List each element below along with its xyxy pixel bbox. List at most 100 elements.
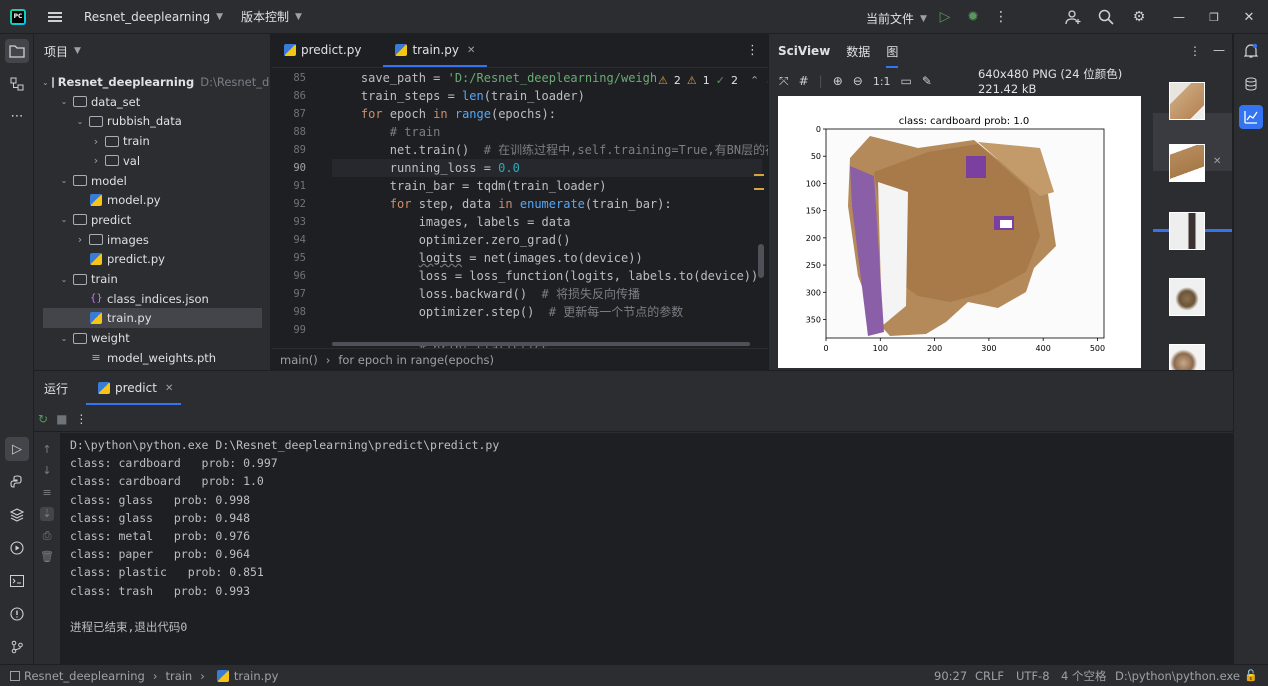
project-panel-header[interactable]: 项目 ▼: [34, 34, 270, 68]
code-line[interactable]: images, labels = data: [332, 213, 571, 231]
code-line[interactable]: for step, data in enumerate(train_bar):: [332, 195, 672, 213]
line-number[interactable]: 92: [272, 198, 306, 210]
tree-folder[interactable]: › val: [34, 151, 262, 171]
code-line[interactable]: optimizer.step() # 更新每一个节点的参数: [332, 303, 684, 321]
code-line[interactable]: net.train() # 在训练过程中,self.training=True,…: [332, 141, 768, 159]
project-folder-icon[interactable]: [5, 39, 29, 63]
line-number[interactable]: 96: [272, 270, 306, 282]
file-encoding[interactable]: UTF-8: [1016, 669, 1050, 683]
debug-icon[interactable]: ✹: [964, 8, 982, 26]
tab-run-predict[interactable]: predict ✕: [85, 371, 182, 405]
tree-file[interactable]: {} class_indices.json: [34, 289, 262, 309]
tree-folder[interactable]: ⌄ model: [34, 171, 262, 191]
close-tab-icon[interactable]: ✕: [165, 383, 173, 394]
status-crumb[interactable]: Resnet_deeplearning: [24, 669, 145, 683]
code-line-current[interactable]: running_loss = 0.0: [332, 159, 762, 177]
tree-folder[interactable]: › train: [34, 131, 262, 151]
tab-predict-py[interactable]: predict.py: [272, 34, 373, 67]
fit-zoom-icon[interactable]: ▭: [901, 74, 912, 88]
project-switcher[interactable]: Resnet_deeplearning ▼: [84, 10, 223, 24]
line-number[interactable]: 95: [272, 252, 306, 264]
code-line[interactable]: logits = net(images.to(device)): [332, 249, 643, 267]
zoom-in-icon[interactable]: ⊕: [833, 74, 843, 88]
line-number[interactable]: 94: [272, 234, 306, 246]
plot-thumbnail[interactable]: [1169, 82, 1205, 120]
tree-file[interactable]: predict.py: [34, 249, 262, 269]
tree-folder[interactable]: ⌄ weight: [34, 328, 262, 348]
code-line[interactable]: train_steps = len(train_loader): [332, 87, 585, 105]
tree-folder[interactable]: ⌄ train: [34, 269, 262, 289]
run-tool-icon[interactable]: ▷: [5, 437, 29, 461]
scroll-up-icon[interactable]: ↑: [40, 443, 54, 457]
git-icon[interactable]: [5, 635, 29, 659]
settings-gear-icon[interactable]: ⚙: [1130, 8, 1148, 26]
line-number[interactable]: 86: [272, 90, 306, 102]
line-number[interactable]: 99: [272, 324, 306, 336]
add-user-icon[interactable]: [1064, 8, 1082, 26]
terminal-icon[interactable]: [5, 569, 29, 593]
grid-icon[interactable]: #: [799, 74, 809, 88]
print-icon[interactable]: ⎙: [40, 529, 54, 543]
code-line[interactable]: loss = loss_function(logits, labels.to(d…: [332, 267, 768, 285]
structure-icon[interactable]: [5, 72, 29, 96]
fit-screen-icon[interactable]: ⤧: [779, 74, 789, 89]
line-number[interactable]: 93: [272, 216, 306, 228]
code-line[interactable]: for epoch in range(epochs):: [332, 105, 556, 123]
warning-marker[interactable]: [754, 188, 764, 190]
plot-image[interactable]: class: cardboard prob: 1.0 0 100 200 300 400…: [778, 96, 1141, 368]
sciview-tool-icon[interactable]: [1239, 105, 1263, 129]
run-more-icon[interactable]: ⋮: [75, 412, 87, 426]
tab-sciview[interactable]: SciView: [778, 34, 830, 68]
close-thumbnail-icon[interactable]: ✕: [1213, 156, 1221, 167]
line-number[interactable]: 87: [272, 108, 306, 120]
chevron-up-icon[interactable]: ⌃: [750, 74, 759, 87]
console-output[interactable]: D:\python\python.exe D:\Resnet_deeplearn…: [60, 433, 1233, 665]
chevron-down-icon[interactable]: ⌄: [42, 78, 49, 87]
tree-file[interactable]: model.py: [34, 190, 262, 210]
line-number[interactable]: 88: [272, 126, 306, 138]
breadcrumb-item[interactable]: for epoch in range(epochs): [338, 353, 494, 367]
tab-data[interactable]: 数据: [846, 34, 870, 68]
scroll-down-icon[interactable]: ↓: [40, 464, 54, 478]
plot-thumbnail[interactable]: [1169, 144, 1205, 182]
notifications-bell-icon[interactable]: [1239, 39, 1263, 63]
chevron-down-icon[interactable]: ⌄: [58, 215, 70, 224]
code-line[interactable]: save_path = 'D:/Resnet_deeplearning/weig…: [332, 69, 679, 87]
chevron-right-icon[interactable]: ›: [90, 135, 102, 148]
line-number[interactable]: 85: [272, 72, 306, 84]
zoom-out-icon[interactable]: ⊖: [853, 74, 863, 88]
python-interpreter[interactable]: D:\python\python.exe: [1115, 669, 1240, 683]
chevron-down-icon[interactable]: ⌄: [58, 275, 70, 284]
sciview-options-icon[interactable]: ⋮: [1189, 44, 1201, 58]
tree-folder[interactable]: ⌄ rubbish_data: [34, 111, 262, 131]
chevron-right-icon[interactable]: ›: [90, 154, 102, 167]
hide-panel-icon[interactable]: —: [1213, 43, 1225, 57]
status-crumb[interactable]: train: [165, 669, 192, 683]
line-separator[interactable]: CRLF: [975, 669, 1004, 683]
clear-all-icon[interactable]: 🗑: [40, 550, 54, 564]
inspection-widget[interactable]: ⚠ 2 ⚠ 1 ✓ 2 ⌃ ⌄: [656, 72, 768, 88]
line-number[interactable]: 90: [272, 162, 306, 174]
tree-file[interactable]: train.py: [43, 308, 262, 329]
more-actions-icon[interactable]: ⋮: [992, 8, 1010, 26]
close-window-icon[interactable]: ✕: [1240, 8, 1258, 26]
chevron-down-icon[interactable]: ⌄: [74, 117, 86, 126]
scroll-to-end-icon[interactable]: ⇣: [40, 507, 54, 521]
indent-setting[interactable]: 4 个空格: [1061, 668, 1106, 684]
tab-actions-icon[interactable]: ⋮: [746, 43, 759, 58]
plot-thumbnail[interactable]: [1169, 278, 1205, 316]
chevron-down-icon[interactable]: ⌄: [58, 176, 70, 185]
actual-size-button[interactable]: 1:1: [873, 75, 891, 88]
tab-plots[interactable]: 图: [886, 34, 899, 68]
line-number[interactable]: 89: [272, 144, 306, 156]
code-line[interactable]: train_bar = tqdm(train_loader): [332, 177, 607, 195]
lock-icon[interactable]: 🔓: [1244, 669, 1258, 682]
chevron-right-icon[interactable]: ›: [74, 233, 86, 246]
code-line[interactable]: # train: [332, 123, 441, 141]
code-line[interactable]: optimizer.zero_grad(): [332, 231, 571, 249]
tab-train-py[interactable]: train.py ✕: [383, 34, 488, 67]
chevron-down-icon[interactable]: ⌄: [58, 334, 70, 343]
more-tools-icon[interactable]: ⋯: [5, 104, 29, 128]
restore-icon[interactable]: ❐: [1205, 8, 1223, 26]
editor-horizontal-scrollbar[interactable]: [332, 342, 750, 346]
